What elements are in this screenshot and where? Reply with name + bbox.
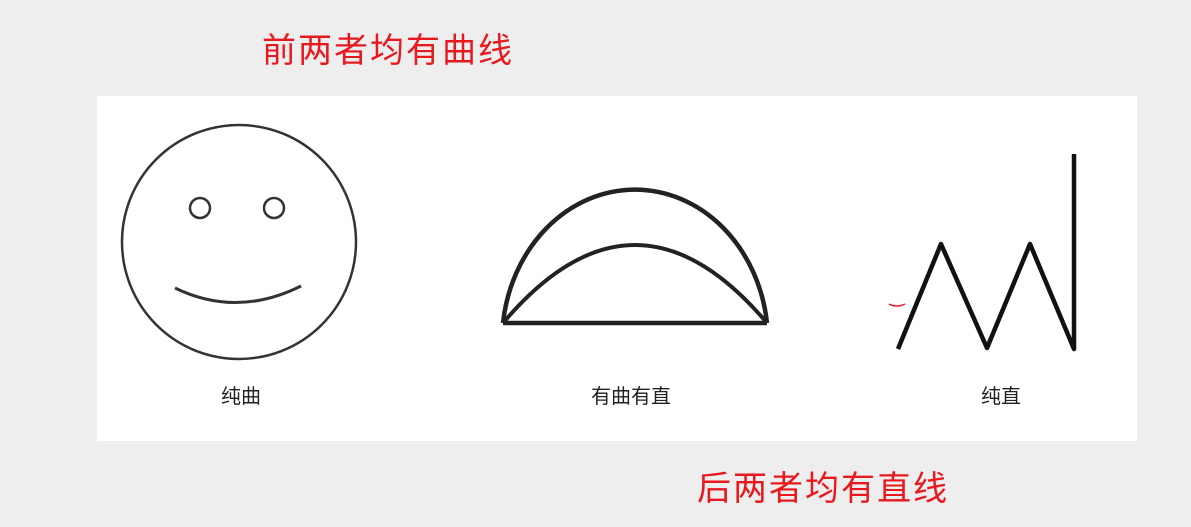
- annotation-bottom: 后两者均有直线: [697, 469, 949, 509]
- right-eye: [262, 196, 286, 220]
- stray-mark: [888, 303, 906, 307]
- half-moon-shape-icon: [500, 187, 770, 326]
- caption-pure-curve: 纯曲: [221, 384, 261, 408]
- smiley-face-icon: [120, 123, 358, 361]
- inner-arc: [501, 243, 769, 325]
- annotation-top: 前两者均有曲线: [262, 31, 514, 71]
- zigzag-lines-icon: [895, 154, 1077, 352]
- face-outline: [120, 123, 358, 361]
- zigzag-polyline: [895, 154, 1077, 352]
- outer-arc: [500, 187, 770, 324]
- figure-panel: 纯曲 有曲有直 纯直: [97, 96, 1137, 441]
- smile-mouth: [174, 284, 302, 304]
- left-eye: [188, 196, 212, 220]
- caption-curve-and-straight: 有曲有直: [591, 384, 671, 408]
- caption-pure-straight: 纯直: [981, 384, 1021, 408]
